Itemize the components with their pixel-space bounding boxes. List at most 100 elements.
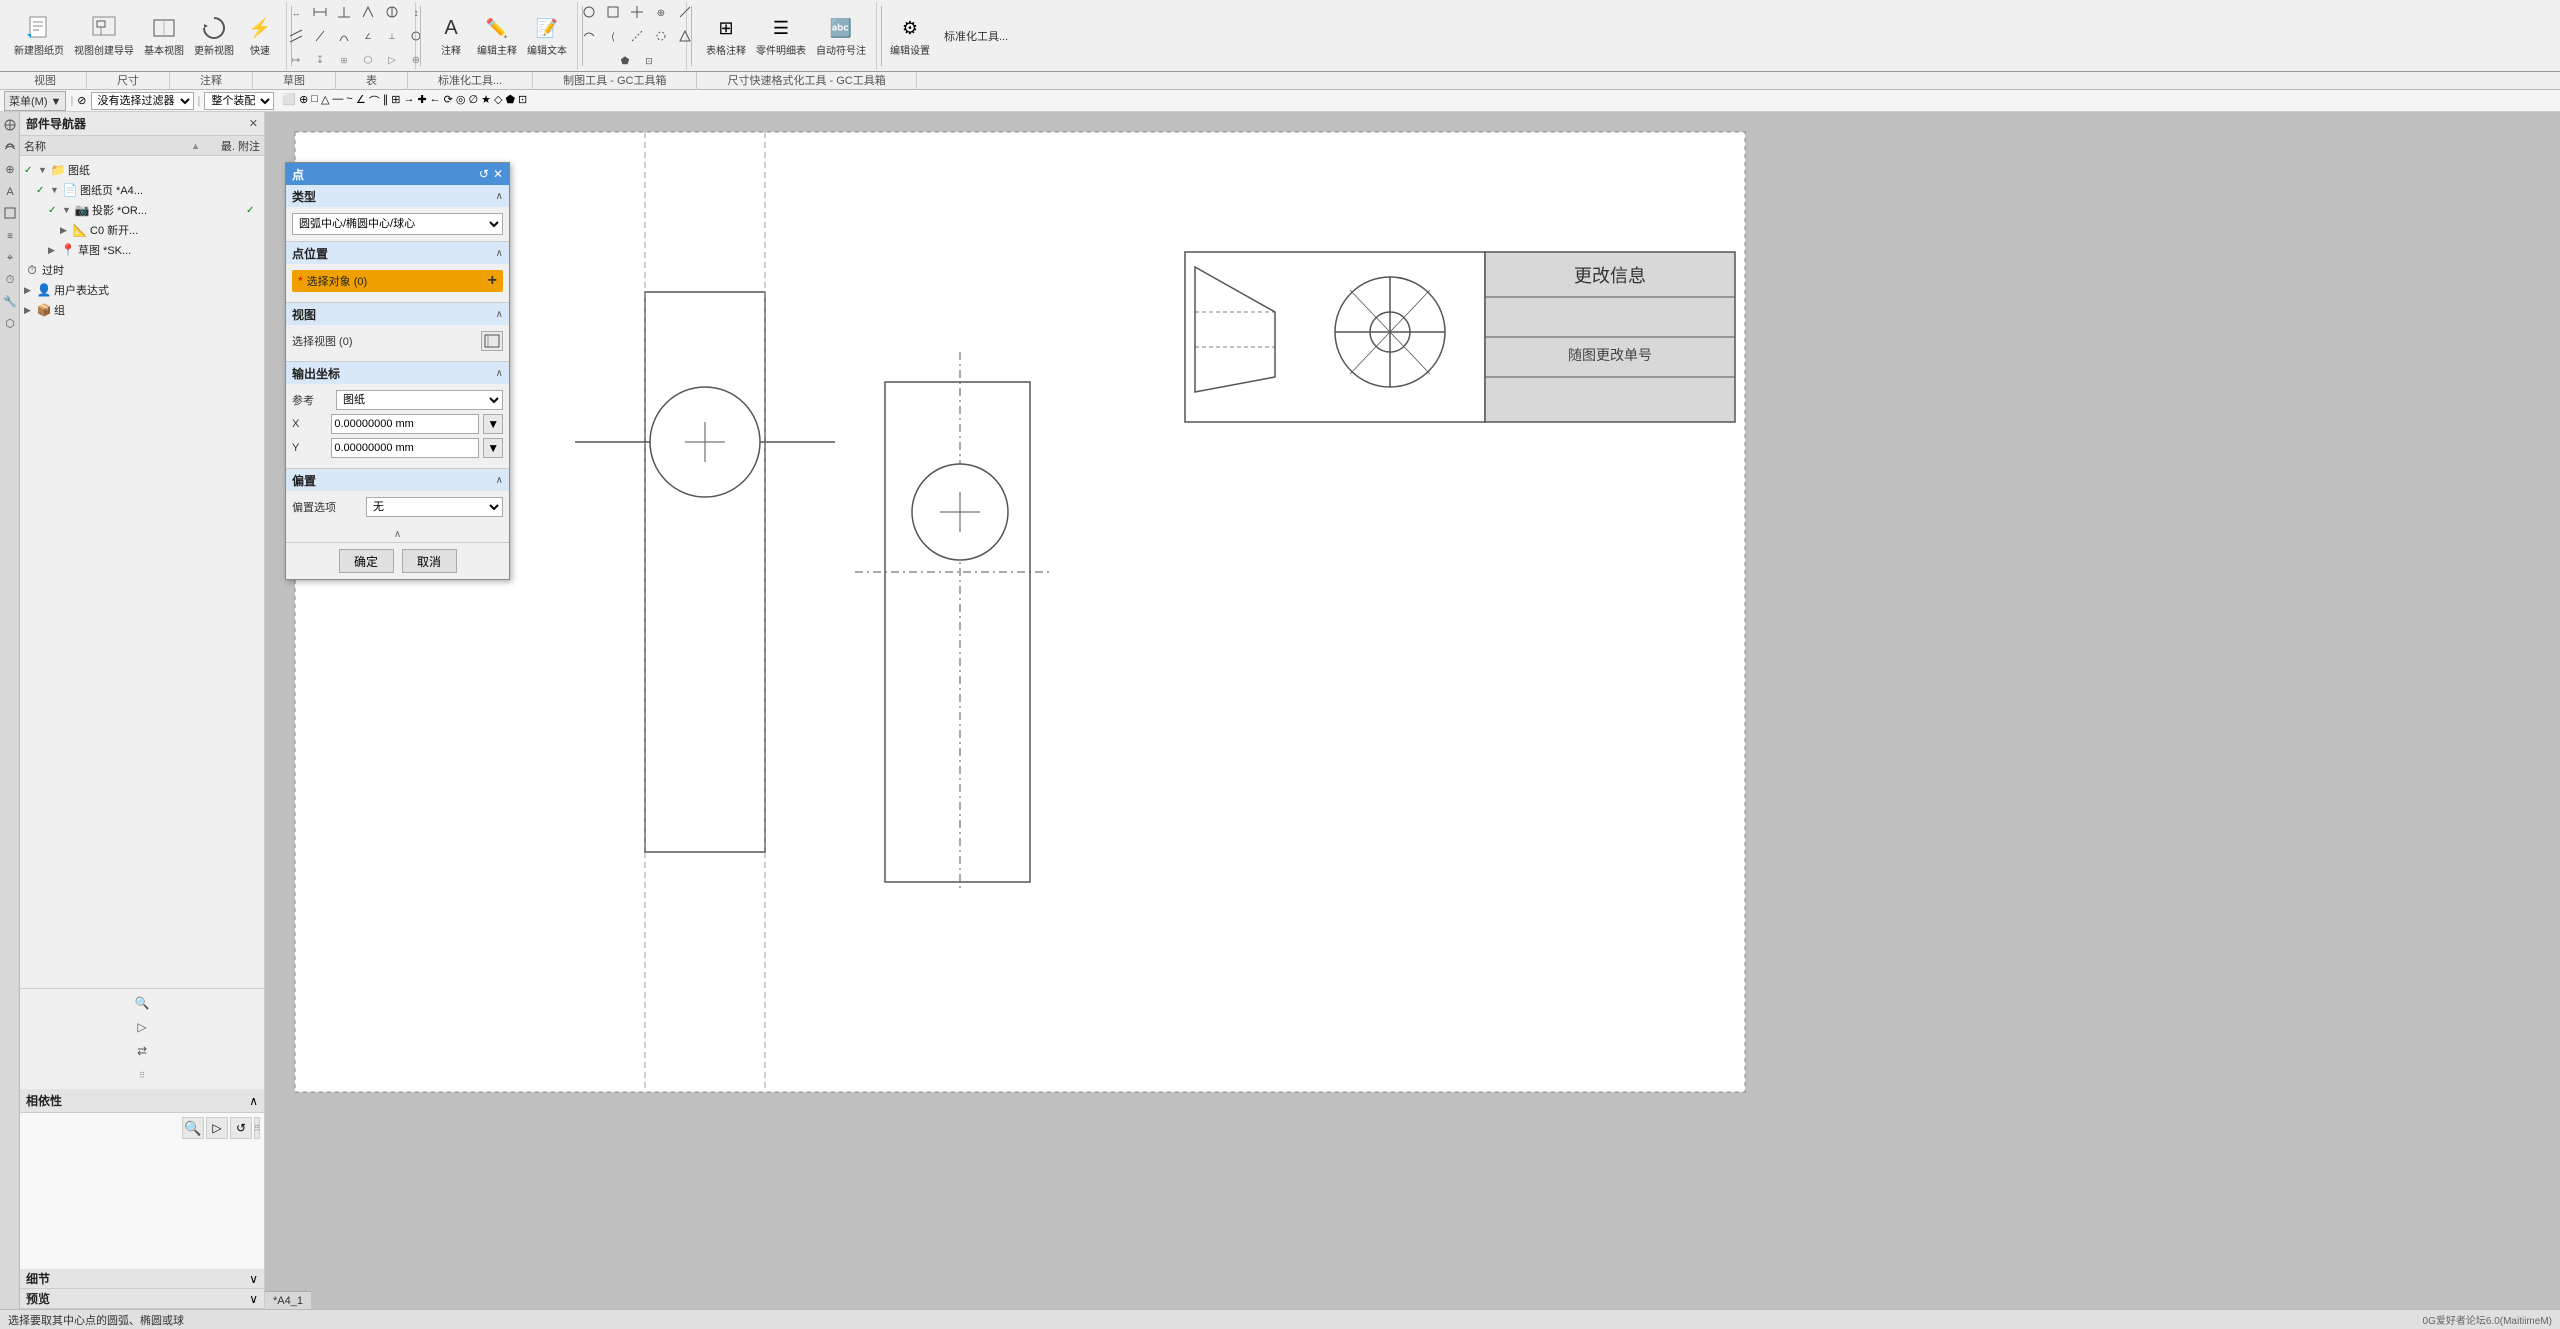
quick-button[interactable]: ⚡ 快速: [240, 12, 280, 59]
sidebar-close-btn[interactable]: ✕: [249, 117, 258, 130]
view-create-button[interactable]: 视图创建导导: [70, 12, 138, 59]
canvas-area[interactable]: 更改信息 随图更改单号 点 ↺ ✕ 类型 ∧: [265, 112, 2560, 1309]
dialog-point-location-header[interactable]: 点位置 ∧: [286, 242, 509, 264]
sketch-btn-3[interactable]: [626, 1, 648, 23]
fl-icon-9[interactable]: 🔧: [1, 292, 19, 310]
dim-btn-6[interactable]: ↕: [405, 1, 427, 23]
sketch-btn-4[interactable]: ⊕: [650, 1, 672, 23]
filter-icon-16[interactable]: ∅: [469, 93, 479, 109]
tree-expand-1[interactable]: ▼: [50, 185, 62, 195]
output-ref-select[interactable]: 图纸: [336, 390, 503, 410]
menu-label[interactable]: 菜单(M) ▼: [4, 91, 66, 111]
select-objects-plus-icon[interactable]: +: [488, 272, 497, 290]
sb-search-icon[interactable]: 🔍: [132, 993, 152, 1013]
dim-btn-15[interactable]: ⊞: [333, 49, 355, 71]
sketch-btn-12[interactable]: ⊡: [638, 49, 660, 71]
dialog-offset-header[interactable]: 偏置 ∧: [286, 469, 509, 491]
fl-icon-6[interactable]: ≡: [1, 226, 19, 244]
fl-icon-2[interactable]: [1, 138, 19, 156]
fl-icon-8[interactable]: ⏱: [1, 270, 19, 288]
dim-btn-9[interactable]: [333, 25, 355, 47]
tree-expand-0[interactable]: ▼: [38, 165, 50, 175]
filter-icon-10[interactable]: ⊞: [391, 93, 400, 109]
output-x-input[interactable]: [331, 414, 479, 434]
parts-list-button[interactable]: ☰ 零件明细表: [752, 12, 810, 59]
dialog-refresh-icon[interactable]: ↺: [479, 167, 489, 181]
fl-icon-5[interactable]: [1, 204, 19, 222]
filter-icon-4[interactable]: △: [321, 93, 329, 109]
filter-icon-17[interactable]: ★: [481, 93, 491, 109]
tree-item-obsolete[interactable]: ⏱ 过时: [20, 260, 264, 280]
filter-select[interactable]: 没有选择过滤器: [91, 92, 194, 110]
fl-icon-3[interactable]: ⊕: [1, 160, 19, 178]
preview-header[interactable]: 预览 ∨: [20, 1289, 264, 1309]
filter-icon-18[interactable]: ◇: [494, 93, 502, 109]
dialog-type-header[interactable]: 类型 ∧: [286, 185, 509, 207]
dim-btn-16[interactable]: ⬡: [357, 49, 379, 71]
filter-icon-20[interactable]: ⊡: [518, 93, 527, 109]
tree-expand-4[interactable]: ▶: [48, 245, 60, 256]
new-drawing-page-button[interactable]: 新建图纸页: [10, 12, 68, 59]
update-view-button[interactable]: 更新视图: [190, 12, 238, 59]
filter-icon-8[interactable]: ⌒: [369, 93, 380, 109]
edit-text-button[interactable]: 📝 编辑文本: [523, 12, 571, 59]
dim-btn-11[interactable]: ⊥: [381, 25, 403, 47]
sb-forward-icon[interactable]: ▷: [132, 1017, 152, 1037]
sketch-btn-8[interactable]: [626, 25, 648, 47]
dialog-view-header[interactable]: 视图 ∧: [286, 303, 509, 325]
assembly-select[interactable]: 整个装配: [204, 92, 274, 110]
dep-forward-btn[interactable]: ▷: [206, 1117, 228, 1139]
base-view-button[interactable]: 基本视图: [140, 12, 188, 59]
sketch-btn-10[interactable]: [674, 25, 696, 47]
fl-icon-4[interactable]: A: [1, 182, 19, 200]
dim-btn-17[interactable]: ▷: [381, 49, 403, 71]
filter-icon-1[interactable]: ⬜: [282, 93, 296, 109]
sketch-btn-1[interactable]: [578, 1, 600, 23]
dialog-ok-button[interactable]: 确定: [339, 549, 394, 573]
dim-btn-4[interactable]: [357, 1, 379, 23]
dialog-title-bar[interactable]: 点 ↺ ✕: [286, 163, 509, 185]
dim-btn-14[interactable]: ↧: [309, 49, 331, 71]
tree-item-user-expr[interactable]: ▶ 👤 用户表达式: [20, 280, 264, 300]
select-objects-row[interactable]: * 选择对象 (0) +: [292, 270, 503, 292]
sketch-btn-9[interactable]: [650, 25, 672, 47]
tree-item-page[interactable]: ✓ ▼ 📄 图纸页 *A4...: [20, 180, 264, 200]
dialog-close-icon[interactable]: ✕: [493, 167, 503, 181]
table-annotation-button[interactable]: ⊞ 表格注释: [702, 12, 750, 59]
dim-btn-10[interactable]: ∠: [357, 25, 379, 47]
sketch-btn-6[interactable]: [578, 25, 600, 47]
dialog-type-select[interactable]: 圆弧中心/椭圆中心/球心: [292, 213, 503, 235]
dim-btn-18[interactable]: ⊕: [405, 49, 427, 71]
dialog-output-coords-header[interactable]: 输出坐标 ∧: [286, 362, 509, 384]
tree-item-group[interactable]: ▶ 📦 组: [20, 300, 264, 320]
dependencies-header[interactable]: 相依性 ∧: [20, 1089, 264, 1113]
fl-icon-10[interactable]: ⬡: [1, 314, 19, 332]
dep-search-btn[interactable]: 🔍: [182, 1117, 204, 1139]
details-header[interactable]: 细节 ∨: [20, 1269, 264, 1289]
annotation-button[interactable]: A 注释: [431, 12, 471, 59]
filter-icon-3[interactable]: □: [311, 93, 318, 109]
tree-expand-3[interactable]: ▶: [60, 225, 72, 236]
filter-icon-5[interactable]: —: [332, 93, 343, 109]
tree-item-projection[interactable]: ✓ ▼ 📷 投影 *OR... ✓: [20, 200, 264, 220]
output-y-input[interactable]: [331, 438, 479, 458]
select-view-btn[interactable]: [481, 331, 503, 351]
sketch-btn-11[interactable]: ⬟: [614, 49, 636, 71]
dim-btn-8[interactable]: [309, 25, 331, 47]
auto-symbol-button[interactable]: 🔤 自动符号注: [812, 12, 870, 59]
filter-icon-13[interactable]: ←: [430, 93, 441, 109]
fl-icon-7[interactable]: ⌖: [1, 248, 19, 266]
filter-icon-14[interactable]: ⟳: [444, 93, 453, 109]
dim-btn-3[interactable]: [333, 1, 355, 23]
filter-icon-9[interactable]: ∥: [383, 93, 389, 109]
dialog-cancel-button[interactable]: 取消: [402, 549, 457, 573]
tree-item-drawings[interactable]: ✓ ▼ 📁 图纸: [20, 160, 264, 180]
filter-icon-11[interactable]: →: [403, 93, 414, 109]
tree-item-c0[interactable]: ▶ 📐 C0 新开...: [20, 220, 264, 240]
edit-settings-button[interactable]: ⚙ 编辑设置: [886, 2, 934, 70]
filter-icon-19[interactable]: ⬟: [505, 93, 515, 109]
dim-btn-7[interactable]: [285, 25, 307, 47]
canvas-tab[interactable]: *A4_1: [265, 1291, 311, 1309]
dep-refresh-btn[interactable]: ↺: [230, 1117, 252, 1139]
dim-btn-1[interactable]: ↔: [285, 1, 307, 23]
